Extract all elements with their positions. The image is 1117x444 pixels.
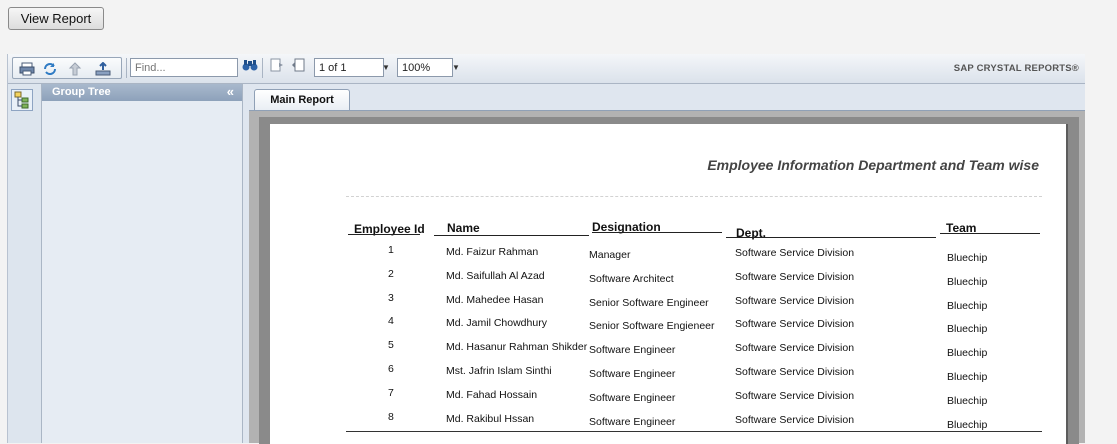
up-arrow-icon[interactable]	[67, 62, 83, 76]
report-area: Main Report Employee Information Departm…	[249, 84, 1085, 444]
column-header-name: Name	[447, 221, 480, 235]
cell-name: Mst. Jafrin Islam Sinthi	[446, 365, 552, 377]
binoculars-icon[interactable]	[242, 58, 258, 72]
report-title: Employee Information Department and Team…	[707, 157, 1039, 173]
cell-designation: Senior Software Engieneer	[589, 320, 715, 333]
zoom-dropdown-arrow-icon[interactable]: ▼	[450, 58, 462, 77]
group-tree-header: Group Tree «	[42, 84, 242, 101]
header-underline	[348, 234, 420, 235]
collapse-panel-icon[interactable]: «	[227, 84, 234, 100]
header-underline	[726, 237, 936, 238]
header-underline	[592, 232, 722, 233]
cell-dept: Software Service Division	[735, 366, 855, 378]
cell-employee-id: 6	[388, 363, 394, 375]
find-input[interactable]	[130, 58, 238, 77]
group-tree-icon	[14, 91, 29, 109]
cell-dept: Software Service Division	[735, 318, 855, 331]
cell-designation: Software Engineer	[589, 344, 676, 357]
cell-dept: Software Service Division	[735, 413, 855, 426]
page-number-input[interactable]	[314, 58, 384, 77]
group-tree-panel: Group Tree «	[42, 84, 243, 443]
cell-name: Md. Saifullah Al Azad	[446, 269, 545, 282]
print-icon[interactable]	[19, 62, 35, 76]
cell-dept: Software Service Division	[735, 294, 855, 307]
report-frame: Employee Information Department and Team…	[249, 110, 1085, 444]
cell-employee-id: 7	[388, 386, 394, 399]
cell-name: Md. Mahedee Hasan	[446, 293, 544, 306]
cell-employee-id: 5	[388, 339, 394, 352]
cell-designation: Software Engineer	[589, 391, 676, 404]
cell-designation: Senior Software Engineer	[589, 296, 709, 309]
cell-designation: Software Engineer	[589, 368, 676, 380]
report-bottom-rule	[346, 431, 1042, 432]
cell-employee-id: 8	[388, 410, 394, 423]
cell-name: Md. Hasanur Rahman Shikder	[446, 341, 588, 354]
tab-main-report[interactable]: Main Report	[254, 89, 350, 110]
cell-team: Bluechip	[947, 252, 988, 264]
group-tree-toggle[interactable]	[11, 89, 33, 111]
cell-employee-id: 1	[388, 244, 394, 256]
cell-dept: Software Service Division	[735, 389, 855, 402]
report-page: Employee Information Department and Team…	[270, 124, 1066, 444]
header-underline	[940, 233, 1040, 234]
cell-employee-id: 3	[388, 291, 394, 304]
cell-designation: Software Architect	[589, 272, 674, 285]
cell-team: Bluechip	[947, 347, 988, 360]
cell-name: Md. Rakibul Hssan	[446, 412, 535, 425]
toolbar-actions-group	[12, 57, 122, 79]
report-canvas: Employee Information Department and Team…	[259, 117, 1079, 444]
cell-team: Bluechip	[947, 418, 988, 431]
cell-employee-id: 2	[388, 267, 394, 280]
export-icon[interactable]	[95, 61, 111, 76]
cell-team: Bluechip	[947, 275, 988, 288]
zoom-input[interactable]	[397, 58, 453, 77]
cell-dept: Software Service Division	[735, 270, 855, 283]
title-divider	[346, 196, 1042, 197]
view-report-button[interactable]: View Report	[8, 7, 104, 30]
panel-icon-strip	[8, 84, 42, 443]
viewer-toolbar: ▼ ▼ SAP CRYSTAL REPORTS®	[8, 54, 1085, 84]
cell-team: Bluechip	[947, 394, 988, 407]
cell-name: Md. Jamil Chowdhury	[446, 317, 547, 330]
cell-name: Md. Faizur Rahman	[446, 246, 539, 258]
page-dropdown-arrow-icon[interactable]: ▼	[380, 58, 392, 77]
cell-team: Bluechip	[947, 299, 988, 312]
cell-team: Bluechip	[947, 371, 988, 383]
cell-team: Bluechip	[947, 323, 988, 336]
cell-dept: Software Service Division	[735, 247, 855, 259]
cell-dept: Software Service Division	[735, 342, 855, 355]
cell-designation: Software Engineer	[589, 415, 676, 428]
cell-name: Md. Fahad Hossain	[446, 388, 538, 401]
refresh-icon[interactable]	[42, 62, 58, 76]
go-to-page-icon[interactable]	[291, 58, 307, 72]
group-tree-title: Group Tree	[52, 86, 111, 98]
toolbar-separator	[262, 58, 263, 78]
cell-designation: Manager	[589, 249, 631, 261]
sap-crystal-reports-logo: SAP CRYSTAL REPORTS®	[953, 63, 1079, 74]
toolbar-separator	[126, 58, 127, 78]
next-page-icon[interactable]	[269, 58, 285, 72]
header-underline	[434, 235, 589, 236]
cell-employee-id: 4	[388, 315, 394, 328]
crystal-report-viewer: ▼ ▼ SAP CRYSTAL REPORTS® Group Tree « Ma…	[7, 54, 1085, 444]
